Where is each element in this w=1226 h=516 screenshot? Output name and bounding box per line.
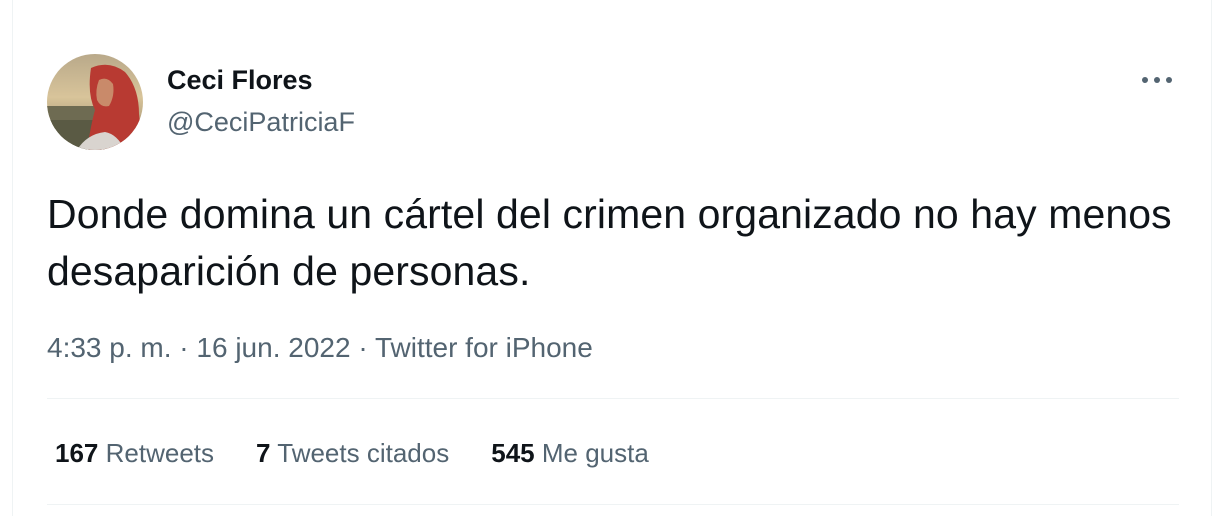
- stat-count: 167: [55, 438, 99, 468]
- avatar[interactable]: [47, 54, 143, 150]
- meta-separator: ·: [350, 332, 375, 363]
- divider: [47, 398, 1179, 399]
- tweet-time[interactable]: 4:33 p. m.: [47, 332, 172, 363]
- stat-count: 7: [256, 438, 271, 468]
- meta-separator: ·: [171, 332, 197, 363]
- tweet-metadata: 4:33 p. m. · 16 jun. 2022 · Twitter for …: [47, 330, 593, 366]
- author-name[interactable]: Ceci Flores: [167, 64, 355, 96]
- quote-tweets-stat[interactable]: 7 Tweets citados: [256, 436, 449, 470]
- tweet-date[interactable]: 16 jun. 2022: [196, 332, 350, 363]
- tweet-text: Donde domina un cártel del crimen organi…: [47, 191, 1172, 294]
- more-options-icon: [1142, 77, 1172, 83]
- stat-label: Me gusta: [541, 438, 649, 468]
- avatar-photo-icon: [47, 54, 143, 150]
- likes-stat[interactable]: 545 Me gusta: [491, 436, 649, 470]
- tweet-author: Ceci Flores @CeciPatriciaF: [167, 64, 355, 138]
- stat-label: Tweets citados: [277, 438, 450, 468]
- tweet-stats: 167 Retweets 7 Tweets citados 545 Me gus…: [55, 436, 649, 470]
- more-options-button[interactable]: [1137, 64, 1177, 96]
- author-handle[interactable]: @CeciPatriciaF: [167, 106, 355, 138]
- tweet-card: Ceci Flores @CeciPatriciaF Donde domina …: [12, 0, 1212, 516]
- stat-count: 545: [491, 438, 535, 468]
- divider: [47, 504, 1179, 505]
- stat-label: Retweets: [105, 438, 215, 468]
- tweet-source[interactable]: Twitter for iPhone: [375, 332, 593, 363]
- retweets-stat[interactable]: 167 Retweets: [55, 436, 214, 470]
